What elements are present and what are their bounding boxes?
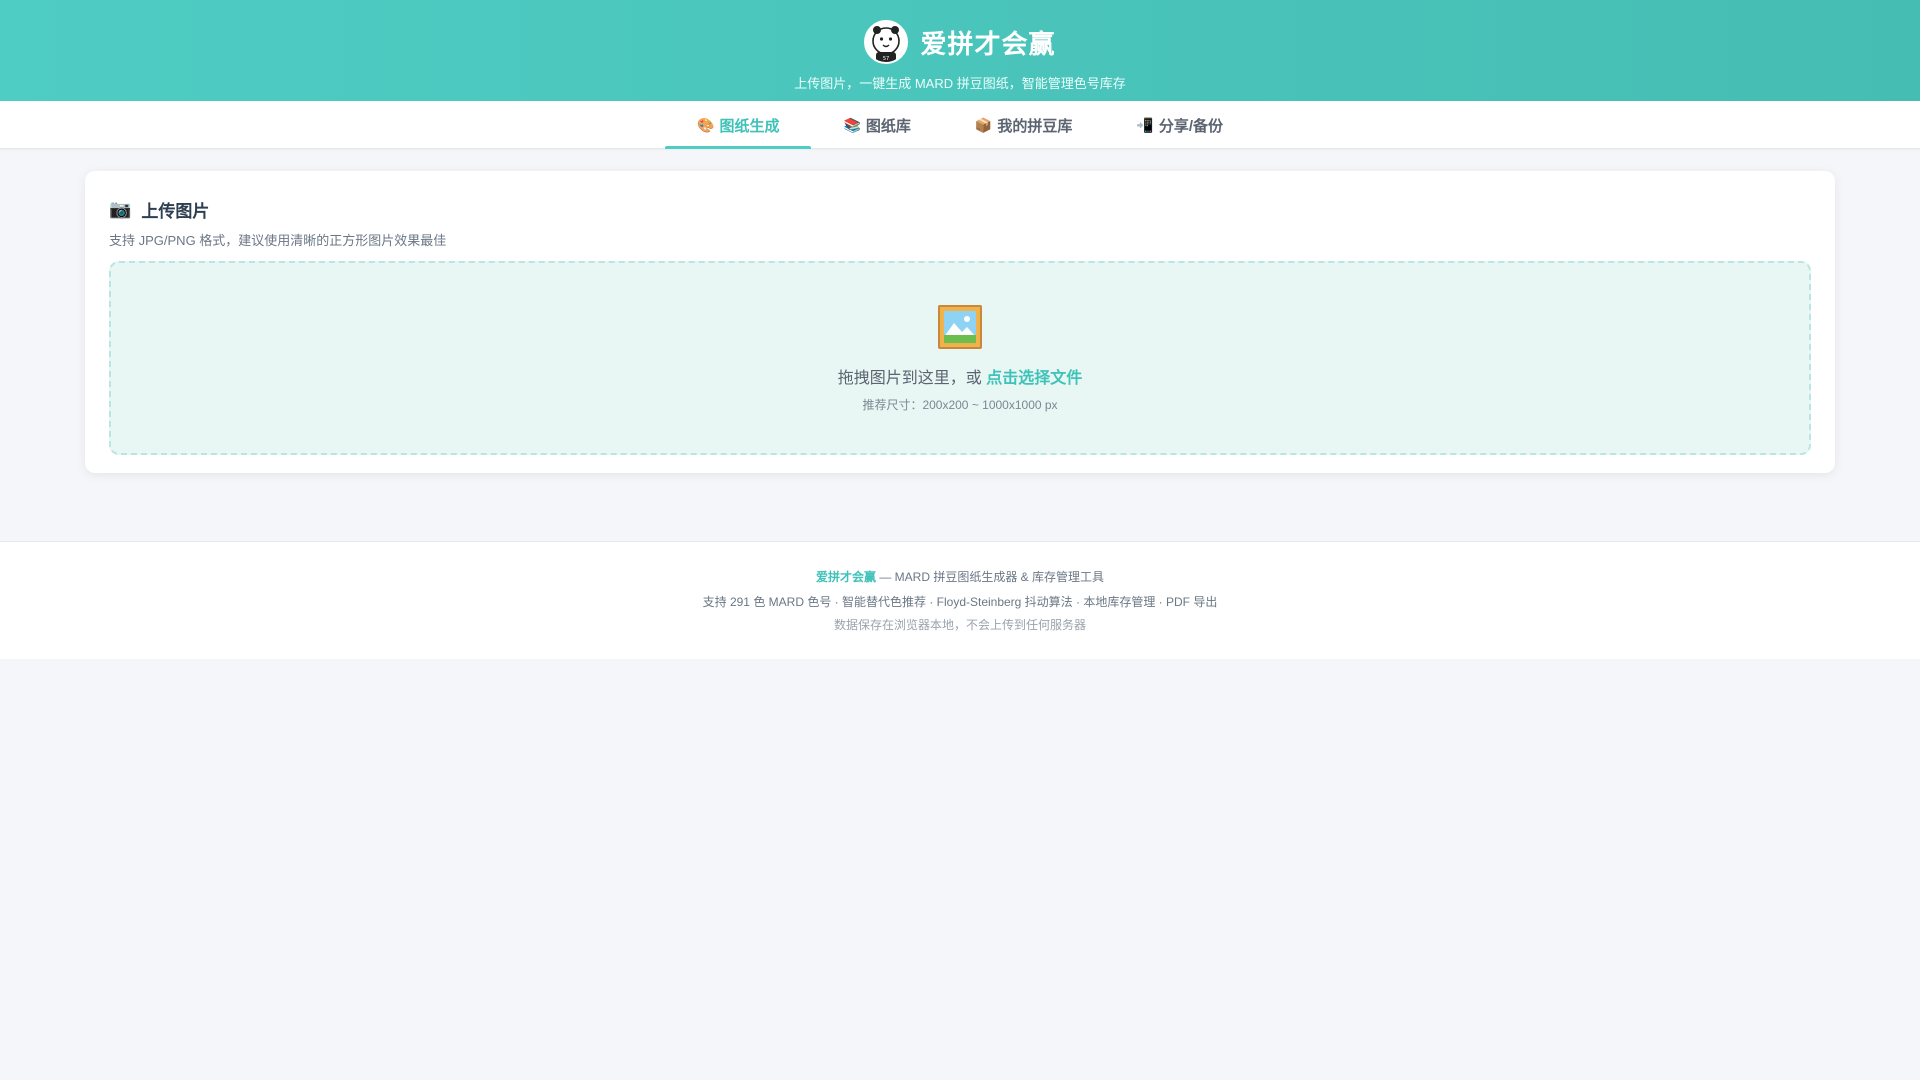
tab-label: 图纸生成 bbox=[719, 117, 780, 135]
panda-avatar-icon: 57 bbox=[864, 20, 909, 64]
app-subtitle: 上传图片，一键生成 MARD 拼豆图纸，智能管理色号库存 bbox=[794, 76, 1126, 91]
upload-card-title: 上传图片 bbox=[141, 202, 210, 221]
package-icon: 📦 bbox=[974, 116, 993, 133]
upload-card-description: 支持 JPG/PNG 格式，建议使用清晰的正方形图片效果最佳 bbox=[109, 233, 447, 248]
tab-pattern-library[interactable]: 📚 图纸库 bbox=[811, 101, 942, 149]
footer-privacy: 数据保存在浏览器本地，不会上传到任何服务器 bbox=[833, 618, 1086, 632]
image-dropzone[interactable]: 拖拽图片到这里，或 点击选择文件 推荐尺寸：200x200 ~ 1000x100… bbox=[109, 261, 1811, 455]
upload-card: 📷 上传图片 支持 JPG/PNG 格式，建议使用清晰的正方形图片效果最佳 拖拽… bbox=[85, 171, 1835, 473]
main-tabs: 🎨 图纸生成 📚 图纸库 📦 我的拼豆库 📲 分享/备份 bbox=[0, 101, 1920, 149]
tab-label: 分享/备份 bbox=[1158, 117, 1223, 135]
choose-file-link[interactable]: 点击选择文件 bbox=[986, 370, 1082, 387]
main-content: 📷 上传图片 支持 JPG/PNG 格式，建议使用清晰的正方形图片效果最佳 拖拽… bbox=[0, 149, 1920, 473]
footer-brand: 爱拼才会赢 bbox=[815, 570, 876, 584]
svg-text:57: 57 bbox=[883, 56, 889, 62]
phone-arrow-icon: 📲 bbox=[1136, 116, 1154, 133]
brand: 57 爱拼才会赢 bbox=[864, 20, 1055, 64]
dropzone-instruction: 拖拽图片到这里，或 bbox=[837, 369, 982, 387]
tab-my-beads[interactable]: 📦 我的拼豆库 bbox=[943, 101, 1104, 149]
tab-pattern-generate[interactable]: 🎨 图纸生成 bbox=[665, 101, 812, 149]
footer-tagline: 爱拼才会赢 — MARD 拼豆图纸生成器 & 库存管理工具 bbox=[816, 568, 1104, 585]
tab-label: 我的拼豆库 bbox=[997, 117, 1073, 135]
recommended-size-hint: 推荐尺寸：200x200 ~ 1000x1000 px bbox=[862, 397, 1058, 412]
page-footer: 爱拼才会赢 — MARD 拼豆图纸生成器 & 库存管理工具 支持 291 色 M… bbox=[0, 541, 1920, 659]
camera-icon: 📷 bbox=[109, 199, 132, 219]
app-header: 57 爱拼才会赢 上传图片，一键生成 MARD 拼豆图纸，智能管理色号库存 bbox=[0, 0, 1920, 101]
framed-picture-icon bbox=[938, 304, 982, 349]
palette-icon: 🎨 bbox=[697, 116, 715, 133]
books-icon: 📚 bbox=[843, 116, 861, 133]
footer-tagline-text: — MARD 拼豆图纸生成器 & 库存管理工具 bbox=[876, 570, 1105, 584]
dropzone-text: 拖拽图片到这里，或 点击选择文件 bbox=[838, 364, 1082, 388]
tab-share-backup[interactable]: 📲 分享/备份 bbox=[1104, 101, 1255, 149]
tab-label: 图纸库 bbox=[865, 117, 911, 135]
footer-features: 支持 291 色 MARD 色号 · 智能替代色推荐 · Floyd-Stein… bbox=[702, 595, 1218, 609]
upload-card-header: 📷 上传图片 bbox=[109, 197, 1811, 222]
app-title: 爱拼才会赢 bbox=[920, 28, 1056, 59]
